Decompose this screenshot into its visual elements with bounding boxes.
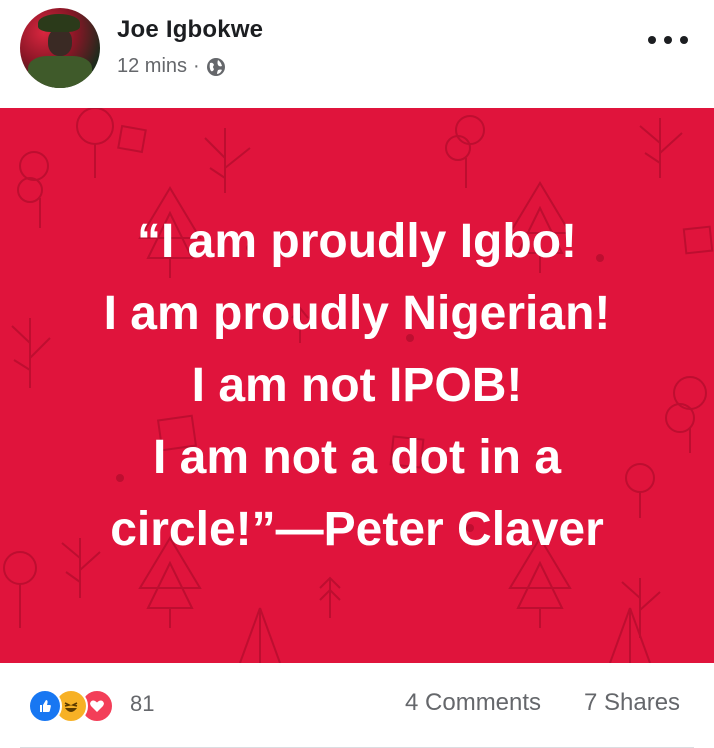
avatar[interactable] bbox=[20, 8, 100, 88]
quote-line: “I am proudly Igbo! bbox=[137, 215, 577, 268]
comments-link[interactable]: 4 Comments bbox=[405, 689, 541, 717]
post-footer: 81 4 Comments 7 Shares bbox=[0, 663, 714, 748]
meta-separator: · bbox=[193, 55, 200, 77]
reaction-count[interactable]: 81 bbox=[130, 691, 154, 717]
quote-line: I am proudly Nigerian! bbox=[103, 287, 611, 340]
globe-icon bbox=[206, 57, 226, 77]
post-meta: 12 mins · bbox=[117, 55, 226, 78]
post-image[interactable]: “I am proudly Igbo! I am proudly Nigeria… bbox=[0, 108, 714, 663]
post-header: Joe Igbokwe 12 mins · bbox=[0, 0, 714, 108]
like-icon bbox=[28, 689, 62, 723]
quote-line: circle!”—Peter Claver bbox=[110, 503, 604, 556]
author-name[interactable]: Joe Igbokwe bbox=[117, 16, 263, 44]
reactions-summary[interactable] bbox=[28, 689, 114, 723]
quote-line: I am not IPOB! bbox=[191, 359, 523, 412]
quote-line: I am not a dot in a bbox=[152, 431, 562, 484]
quote-text: “I am proudly Igbo! I am proudly Nigeria… bbox=[0, 206, 714, 566]
post-time[interactable]: 12 mins bbox=[117, 55, 187, 78]
shares-link[interactable]: 7 Shares bbox=[584, 689, 680, 717]
more-options-icon[interactable] bbox=[648, 28, 688, 52]
